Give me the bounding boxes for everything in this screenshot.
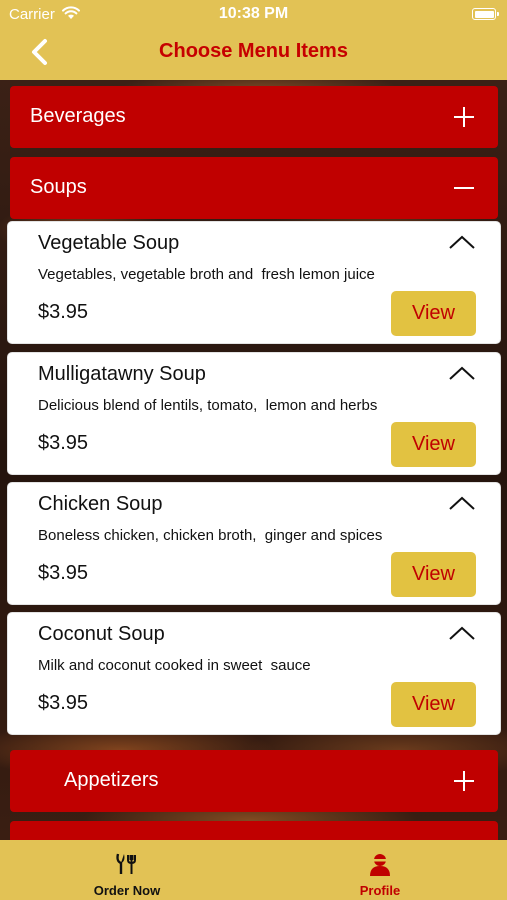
item-name: Mulligatawny Soup (38, 363, 206, 385)
item-price: $3.95 (38, 692, 89, 714)
dining-icon (116, 853, 136, 874)
clock: 10:38 PM (218, 5, 289, 22)
item-price: $3.95 (38, 562, 89, 584)
menu-item-card: Vegetable Soup Vegetables, vegetable bro… (7, 221, 501, 344)
category-soups[interactable]: Soups (10, 157, 498, 219)
view-button[interactable]: View (391, 552, 476, 597)
item-name: Coconut Soup (38, 623, 165, 645)
item-description: Vegetables, vegetable broth and fresh le… (38, 266, 375, 283)
category-beverages[interactable]: Beverages (10, 86, 498, 148)
user-icon (370, 854, 390, 876)
chevron-up-icon[interactable] (448, 495, 476, 511)
item-description: Milk and coconut cooked in sweet sauce (38, 657, 311, 674)
menu-item-card: Chicken Soup Boneless chicken, chicken b… (7, 482, 501, 605)
item-description: Boneless chicken, chicken broth, ginger … (38, 527, 383, 544)
chevron-up-icon[interactable] (448, 365, 476, 381)
item-price: $3.95 (38, 301, 89, 323)
page-title: Choose Menu Items (159, 40, 348, 62)
category-label: Beverages (30, 105, 126, 127)
plus-icon (454, 107, 474, 127)
status-bar: Carrier 10:38 PM (0, 0, 507, 28)
item-description: Delicious blend of lentils, tomato, lemo… (38, 397, 378, 414)
navigation-header: Carrier 10:38 PM Choose Menu Items (0, 0, 507, 80)
tab-profile[interactable]: Profile (320, 840, 440, 900)
item-name: Vegetable Soup (38, 232, 180, 254)
item-price: $3.95 (38, 432, 89, 454)
category-label: Appetizers (64, 769, 159, 791)
battery-tip (497, 12, 499, 16)
plus-icon (454, 771, 474, 791)
chevron-up-icon[interactable] (448, 234, 476, 250)
tab-label: Profile (359, 883, 401, 898)
tab-bar: Order Now Profile (0, 840, 507, 900)
menu-item-card: Mulligatawny Soup Delicious blend of len… (7, 352, 501, 475)
view-button[interactable]: View (391, 682, 476, 727)
category-appetizers[interactable]: Appetizers (10, 750, 498, 812)
tab-order-now[interactable]: Order Now (67, 840, 187, 900)
category-label: Soups (30, 176, 87, 198)
tab-label: Order Now (93, 883, 161, 898)
battery-icon (472, 8, 496, 20)
category-next-partial[interactable] (10, 821, 498, 840)
chevron-up-icon[interactable] (448, 625, 476, 641)
item-name: Chicken Soup (38, 493, 163, 515)
minus-icon (454, 187, 474, 189)
menu-item-card: Coconut Soup Milk and coconut cooked in … (7, 612, 501, 735)
view-button[interactable]: View (391, 291, 476, 336)
view-button[interactable]: View (391, 422, 476, 467)
